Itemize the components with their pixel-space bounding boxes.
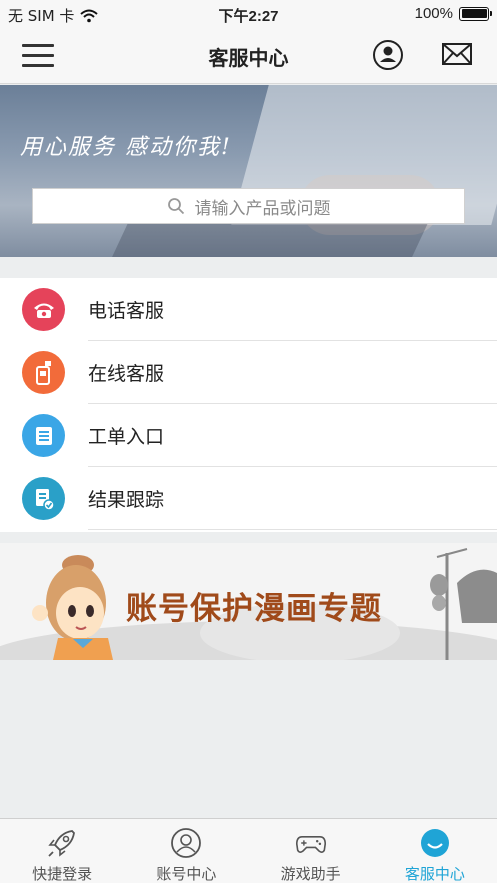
list-item-online-service[interactable]: 在线客服 (0, 341, 497, 404)
list-item-label: 在线客服 (88, 363, 165, 385)
list-item-label: 电话客服 (88, 300, 165, 322)
hero-banner: 用心服务 感动你我! 请输入产品或问题 (0, 85, 497, 257)
status-bar: 无 SIM 卡 下午2:27 100% (0, 0, 497, 28)
search-placeholder: 请输入产品或问题 (194, 198, 331, 219)
divider (88, 529, 497, 530)
lantern-pole-illustration (430, 548, 497, 660)
tab-quick-login[interactable]: 快捷登录 (0, 819, 124, 883)
battery-percent: 100% (414, 5, 453, 22)
gamepad-icon (295, 835, 326, 853)
list-item-label: 结果跟踪 (88, 489, 165, 511)
tracking-icon (22, 477, 65, 520)
battery-icon (459, 6, 492, 21)
list-item-label: 工单入口 (88, 426, 165, 448)
ticket-icon (22, 414, 65, 457)
tab-label: 快捷登录 (32, 865, 93, 883)
service-list: 电话客服 在线客服 工单入口 结果跟踪 (0, 278, 497, 532)
rocket-icon (48, 830, 76, 857)
banner-slogan: 用心服务 感动你我! (20, 135, 232, 160)
promo-title: 账号保护漫画专题 (126, 591, 382, 627)
search-icon (167, 198, 184, 215)
tab-account-center[interactable]: 账号中心 (124, 819, 248, 883)
tab-label: 游戏助手 (280, 865, 341, 883)
list-item-ticket[interactable]: 工单入口 (0, 404, 497, 467)
user-profile-icon[interactable] (372, 39, 404, 71)
tab-label: 账号中心 (156, 865, 217, 883)
status-right: 100% (414, 5, 492, 22)
tab-label: 客服中心 (404, 865, 465, 883)
tab-customer-service[interactable]: 客服中心 (373, 819, 497, 883)
cartoon-girl-illustration (32, 555, 113, 660)
list-item-phone-service[interactable]: 电话客服 (0, 278, 497, 341)
tab-bar: 快捷登录 账号中心 游戏助手 客服中心 (0, 818, 497, 883)
page-title: 客服中心 (208, 46, 289, 70)
phone-icon (22, 288, 65, 331)
nav-bar: 客服中心 (0, 28, 497, 84)
mail-icon[interactable] (442, 42, 472, 66)
online-chat-icon (22, 351, 65, 394)
account-icon (171, 828, 202, 858)
list-item-tracking[interactable]: 结果跟踪 (0, 467, 497, 530)
promo-banner[interactable]: 账号保护漫画专题 (0, 543, 497, 660)
search-input[interactable]: 请输入产品或问题 (32, 188, 465, 224)
tab-game-assistant[interactable]: 游戏助手 (249, 819, 373, 883)
service-icon (420, 829, 449, 857)
